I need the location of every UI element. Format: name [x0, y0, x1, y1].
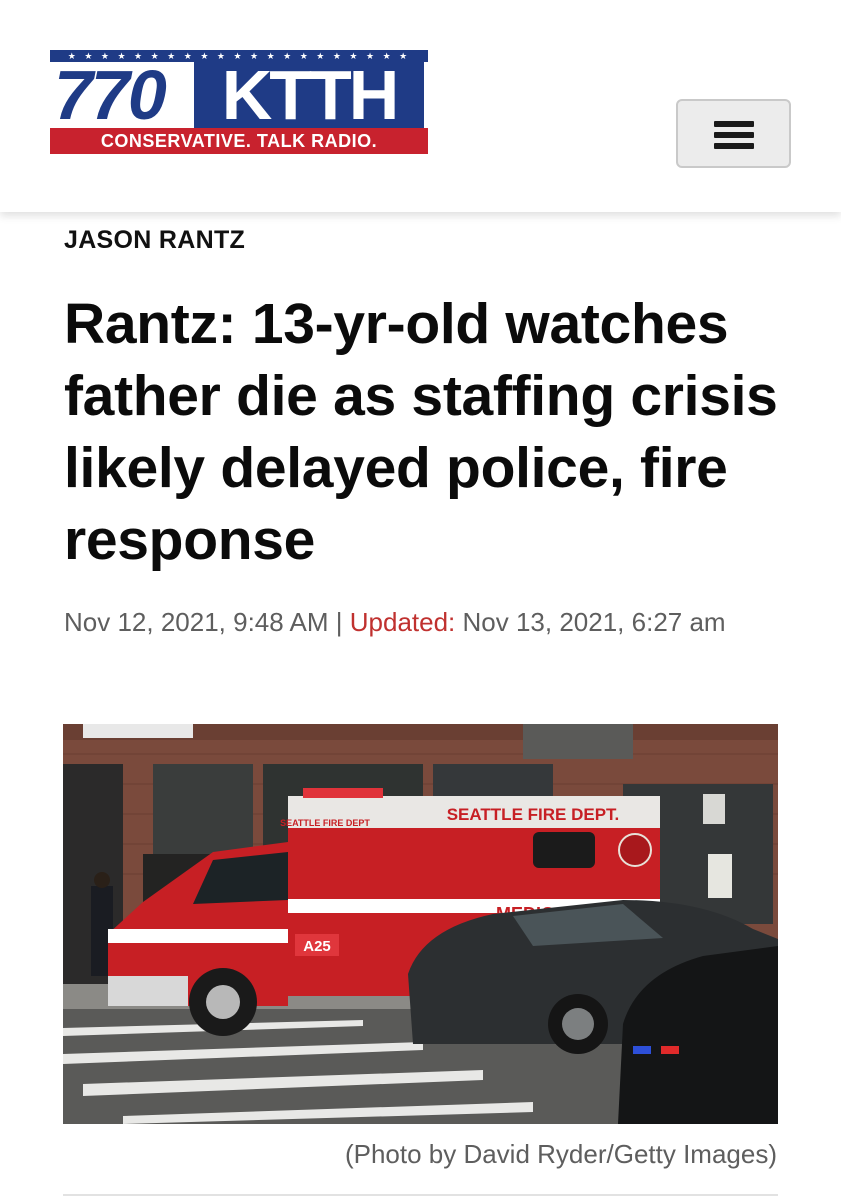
hamburger-icon — [714, 121, 754, 149]
ambulance-small-label: SEATTLE FIRE DEPT — [280, 818, 370, 828]
article-photo: SEATTLE FIRE DEPT. SEATTLE FIRE DEPT A25… — [63, 724, 778, 1124]
logo-tagline: CONSERVATIVE. TALK RADIO. — [50, 128, 428, 154]
logo-wordmark: 770 KTTH — [50, 56, 428, 134]
logo-callsign: KTTH — [194, 60, 424, 130]
author-category-link[interactable]: JASON RANTZ — [64, 226, 245, 255]
menu-button[interactable] — [676, 99, 791, 168]
published-date: Nov 12, 2021, 9:48 AM — [64, 607, 329, 637]
ambulance-label: SEATTLE FIRE DEPT. — [447, 805, 620, 824]
content-divider — [63, 1194, 778, 1196]
ambulance-unit: A25 — [303, 938, 331, 955]
site-header: ★ ★ ★ ★ ★ ★ ★ ★ ★ ★ ★ ★ ★ ★ ★ ★ ★ ★ ★ ★ … — [0, 0, 841, 212]
logo-number: 770 — [54, 56, 167, 134]
article-dateline: Nov 12, 2021, 9:48 AM | Updated: Nov 13,… — [64, 603, 764, 641]
updated-label: Updated: — [349, 607, 456, 637]
station-logo[interactable]: ★ ★ ★ ★ ★ ★ ★ ★ ★ ★ ★ ★ ★ ★ ★ ★ ★ ★ ★ ★ … — [50, 50, 428, 154]
photo-caption: (Photo by David Ryder/Getty Images) — [344, 1139, 777, 1169]
date-separator: | — [335, 607, 343, 637]
updated-date: Nov 13, 2021, 6:27 am — [462, 607, 726, 637]
article-headline: Rantz: 13-yr-old watches father die as s… — [64, 292, 778, 572]
